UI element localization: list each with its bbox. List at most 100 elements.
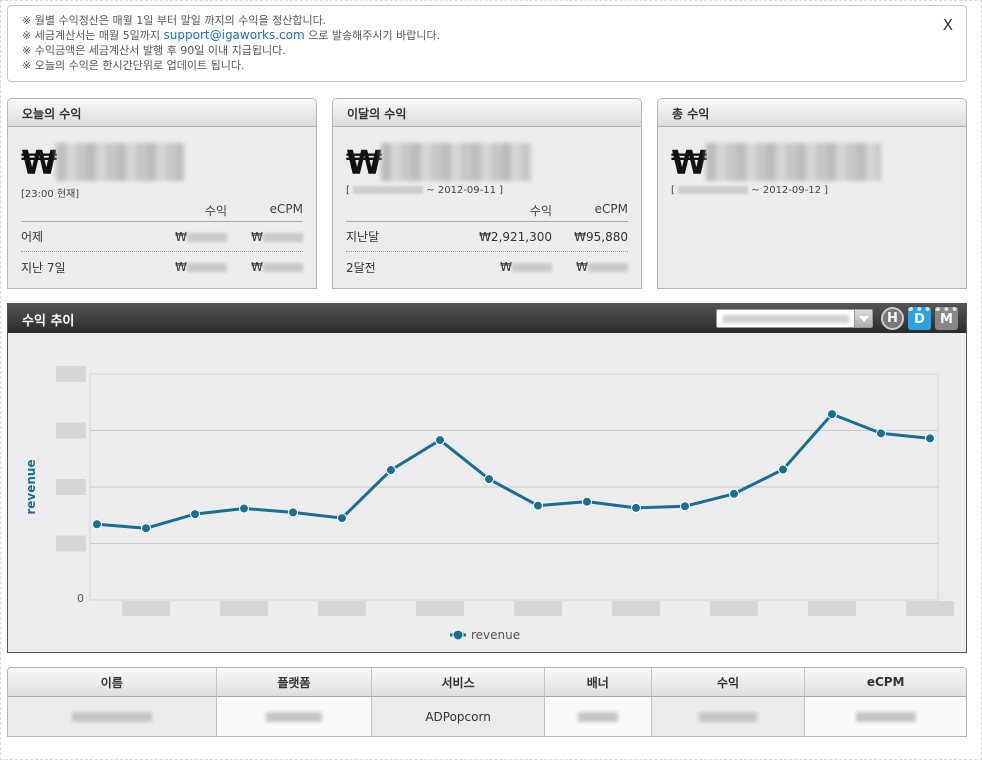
table-row: 지난달 ₩2,921,300 ₩95,880	[346, 222, 628, 252]
today-amount: ₩	[21, 143, 57, 182]
row-revenue: ₩	[131, 230, 227, 244]
redacted-x-tick	[808, 601, 856, 616]
data-point[interactable]	[190, 509, 200, 520]
header-revenue[interactable]: 수익	[651, 668, 806, 697]
header-banner[interactable]: 배너	[544, 668, 652, 697]
selected-value	[723, 315, 849, 323]
data-point[interactable]	[533, 500, 543, 511]
chart-grid	[90, 373, 938, 544]
hourly-button[interactable]: H	[881, 307, 904, 330]
header-ecpm[interactable]: eCPM	[805, 668, 966, 697]
cell-service: ADPopcorn	[372, 697, 545, 736]
y-tick-label: 0	[77, 592, 84, 605]
month-amount: ₩	[346, 143, 382, 182]
redacted-y-tick	[56, 535, 86, 552]
month-range: [ ~ 2012-09-11 ]	[346, 185, 504, 196]
row-label: 2달전	[346, 260, 376, 275]
support-email-link[interactable]: support@igaworks.com	[164, 28, 305, 42]
close-icon[interactable]: X	[943, 16, 953, 34]
legend-marker	[452, 629, 464, 641]
cell-revenue	[651, 697, 806, 736]
redacted-x-tick	[514, 601, 562, 616]
total-amount: ₩	[671, 143, 707, 182]
data-point[interactable]	[680, 501, 690, 512]
redacted-x-tick	[710, 601, 758, 616]
cell-platform	[216, 697, 373, 736]
row-ecpm: ₩	[552, 260, 628, 274]
row-ecpm: ₩	[227, 260, 303, 274]
redacted-amount	[381, 143, 531, 181]
col-revenue: 수익	[529, 204, 552, 218]
table-header: 이름 플랫폼 서비스 배너 수익 eCPM	[8, 668, 966, 697]
data-point[interactable]	[141, 523, 151, 534]
redacted-x-tick	[612, 601, 660, 616]
asof-time: [23:00 현재]	[21, 189, 80, 200]
data-point[interactable]	[484, 474, 494, 485]
table-row: 2달전 ₩ ₩	[346, 252, 628, 282]
table-row: ADPopcorn	[8, 697, 966, 736]
data-point[interactable]	[876, 428, 886, 439]
revenue-detail-table: 이름 플랫폼 서비스 배너 수익 eCPM ADPopcorn	[7, 667, 967, 737]
data-point[interactable]	[239, 503, 249, 514]
total-revenue-panel: 총 수익 ₩ [ ~ 2012-09-12 ]	[657, 98, 967, 289]
table-row: 어제 ₩ ₩	[21, 222, 303, 252]
revenue-trend-panel: 수익 추이 H D M 0 revenue revenue	[7, 303, 967, 653]
month-table: 수익 eCPM 지난달 ₩2,921,300 ₩95,880 2달전 ₩ ₩	[346, 202, 628, 282]
data-point[interactable]	[925, 433, 935, 444]
redacted-y-tick	[56, 366, 86, 382]
panel-title: 총 수익	[658, 99, 966, 127]
data-point[interactable]	[386, 465, 396, 476]
row-ecpm: ₩	[227, 230, 303, 244]
notice-line-2: ※ 세금계산서는 매월 5일까지 support@igaworks.com 으로…	[22, 28, 952, 43]
data-point[interactable]	[631, 502, 641, 513]
data-point[interactable]	[827, 409, 837, 420]
notice-line-2-prefix: ※ 세금계산서는 매월 5일까지	[22, 29, 161, 42]
notice-line-3: ※ 수익금액은 세금계산서 발행 후 90일 이내 지급됩니다.	[22, 44, 286, 57]
data-point[interactable]	[92, 519, 102, 530]
data-point[interactable]	[582, 496, 592, 507]
row-label: 지난달	[346, 230, 380, 244]
row-revenue: ₩	[131, 260, 227, 274]
redacted-x-tick	[906, 601, 954, 616]
data-point[interactable]	[435, 435, 445, 446]
header-platform[interactable]: 플랫폼	[216, 668, 373, 697]
cell-name	[8, 697, 217, 736]
header-service[interactable]: 서비스	[372, 668, 545, 697]
row-revenue: ₩	[456, 260, 552, 274]
redacted-x-tick	[318, 601, 366, 616]
row-revenue: ₩2,921,300	[479, 229, 552, 244]
chevron-down-icon[interactable]	[854, 310, 872, 327]
monthly-button[interactable]: M	[935, 307, 958, 330]
header-name[interactable]: 이름	[8, 668, 217, 697]
chart-legend[interactable]: revenue	[450, 628, 520, 642]
today-table: 수익 eCPM 어제 ₩ ₩ 지난 7일 ₩ ₩	[21, 202, 303, 282]
redacted-axis-labels	[56, 366, 954, 616]
col-ecpm: eCPM	[594, 202, 628, 216]
chart-panel-title: 수익 추이	[22, 314, 75, 329]
data-point[interactable]	[288, 507, 298, 518]
data-point[interactable]	[337, 513, 347, 524]
panel-title: 오늘의 수익	[8, 99, 316, 127]
redacted-x-tick	[220, 601, 268, 616]
redacted-amount	[56, 143, 184, 181]
daily-button[interactable]: D	[908, 307, 931, 330]
today-revenue-panel: 오늘의 수익 ₩ [23:00 현재] 수익 eCPM 어제 ₩ ₩ 지난 7일…	[7, 98, 317, 289]
month-revenue-panel: 이달의 수익 ₩ [ ~ 2012-09-11 ] 수익 eCPM 지난달 ₩2…	[332, 98, 642, 289]
row-label: 지난 7일	[21, 260, 66, 275]
y-axis-label: revenue	[24, 459, 38, 514]
legend-label: revenue	[471, 628, 520, 642]
notice-line-2-suffix: 으로 발송해주시기 바랍니다.	[308, 29, 441, 42]
chart-series	[92, 409, 935, 534]
notice-line-1: ※ 월별 수익정산은 매월 1일 부터 말일 까지의 수익을 정산합니다.	[22, 14, 327, 27]
redacted-x-tick	[122, 601, 170, 616]
total-range: [ ~ 2012-09-12 ]	[671, 185, 829, 196]
cell-ecpm	[805, 697, 966, 736]
data-point[interactable]	[778, 464, 788, 475]
app-select-dropdown[interactable]	[716, 309, 873, 328]
data-point[interactable]	[729, 488, 739, 499]
chart-header: 수익 추이 H D M	[8, 304, 966, 333]
redacted-y-tick	[56, 479, 86, 495]
redacted-amount	[706, 143, 881, 181]
table-header: 수익 eCPM	[21, 202, 303, 222]
revenue-line-chart: 0 revenue revenue	[24, 366, 954, 642]
